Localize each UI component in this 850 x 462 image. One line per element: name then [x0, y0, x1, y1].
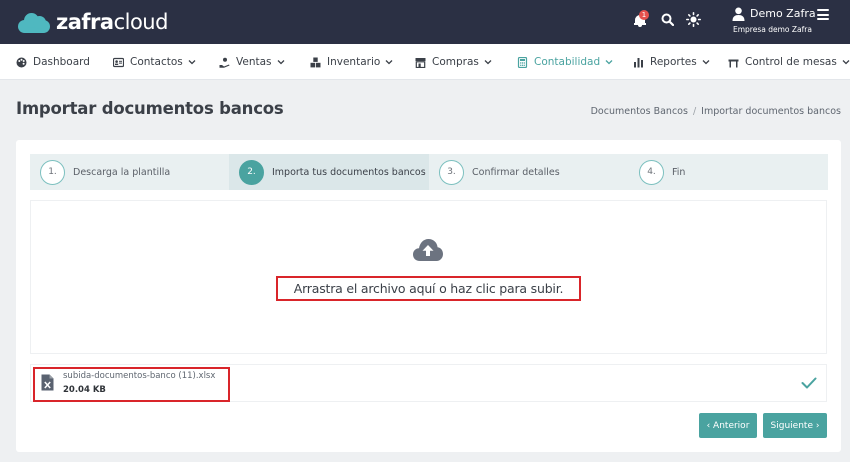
cloud-upload-icon — [413, 239, 443, 261]
notification-badge: 1 — [639, 10, 649, 20]
next-button[interactable]: Siguiente › — [763, 413, 827, 438]
theme-sun-icon[interactable] — [686, 12, 701, 27]
chevron-down-icon — [842, 60, 850, 65]
nav-label: Control de mesas — [745, 56, 837, 68]
upload-success-check-icon — [801, 377, 817, 389]
nav-label: Reportes — [650, 56, 697, 68]
nav-item-contactos[interactable]: Contactos — [113, 44, 196, 80]
nav-item-ventas[interactable]: Ventas — [219, 44, 285, 80]
chevron-down-icon — [484, 60, 492, 65]
wizard-step-4[interactable]: 4. Fin — [639, 154, 819, 190]
nav-label: Compras — [432, 56, 479, 68]
user-name[interactable]: Demo Zafra — [750, 7, 816, 20]
bar-chart-icon — [634, 57, 643, 67]
breadcrumb-current: Importar documentos bancos — [701, 106, 841, 117]
chevron-down-icon — [385, 60, 393, 65]
step-label: Importa tus documentos bancos — [272, 166, 426, 178]
logo-text-light: cloud — [113, 10, 169, 34]
breadcrumb-link-documentos-bancos[interactable]: Documentos Bancos — [591, 106, 688, 117]
menu-hamburger-icon[interactable] — [817, 9, 829, 20]
nav-item-control-de-mesas[interactable]: Control de mesas — [728, 44, 850, 80]
step-label: Descarga la plantilla — [73, 166, 171, 178]
excel-file-icon — [41, 374, 54, 391]
breadcrumb-separator: / — [692, 106, 697, 117]
nav-label: Ventas — [236, 56, 272, 68]
step-label: Fin — [672, 166, 686, 178]
user-icon[interactable] — [732, 7, 745, 21]
company-name: Empresa demo Zafra — [733, 25, 812, 34]
wizard-step-1[interactable]: 1. Descarga la plantilla — [40, 154, 230, 190]
main-nav: Dashboard Contactos Ventas Inventario Co… — [0, 44, 850, 80]
table-icon — [728, 59, 739, 67]
nav-label: Contactos — [130, 56, 183, 68]
top-header: zafracloud 1 Demo Zafra Empresa demo Zaf… — [0, 0, 850, 44]
file-name: subida-documentos-banco (11).xlsx — [63, 371, 216, 381]
step-number: 3. — [439, 159, 464, 185]
zafracloud-logo[interactable]: zafracloud — [16, 8, 168, 36]
file-size: 20.04 KB — [63, 385, 106, 395]
hand-coin-icon — [219, 57, 230, 68]
boxes-icon — [310, 57, 321, 67]
nav-label: Contabilidad — [534, 56, 601, 68]
cloud-logo-icon — [16, 10, 52, 34]
nav-label: Inventario — [327, 56, 381, 68]
search-icon[interactable] — [661, 13, 674, 26]
previous-button[interactable]: ‹ Anterior — [699, 413, 757, 438]
logo-text-bold: zafra — [56, 10, 114, 34]
nav-label: Dashboard — [33, 56, 90, 68]
nav-item-contabilidad[interactable]: Contabilidad — [517, 44, 613, 80]
wizard-step-3[interactable]: 3. Confirmar detalles — [439, 154, 629, 190]
chevron-down-icon — [702, 60, 710, 65]
calculator-icon — [517, 56, 528, 68]
nav-item-dashboard[interactable]: Dashboard — [16, 44, 90, 80]
dropzone-instructions[interactable]: Arrastra el archivo aquí o haz clic para… — [276, 276, 581, 301]
wizard-steps: 1. Descarga la plantilla 2. Importa tus … — [30, 154, 828, 190]
nav-item-inventario[interactable]: Inventario — [310, 44, 393, 80]
step-label: Confirmar detalles — [472, 166, 560, 178]
chevron-down-icon — [277, 60, 284, 65]
page-title: Importar documentos bancos — [16, 99, 284, 118]
step-number: 4. — [639, 159, 664, 185]
logo-text: zafracloud — [56, 10, 168, 34]
nav-item-reportes[interactable]: Reportes — [633, 44, 710, 80]
contacts-card-icon — [113, 57, 124, 67]
palette-icon — [16, 57, 27, 67]
chevron-down-icon — [188, 60, 196, 65]
step-number: 1. — [40, 159, 65, 185]
wizard-step-2[interactable]: 2. Importa tus documentos bancos — [229, 154, 429, 190]
nav-item-compras[interactable]: Compras — [415, 44, 492, 80]
step-number: 2. — [239, 159, 264, 185]
breadcrumb: Documentos Bancos / Importar documentos ba… — [591, 106, 841, 117]
chevron-down-icon — [605, 60, 613, 65]
store-icon — [415, 57, 426, 68]
